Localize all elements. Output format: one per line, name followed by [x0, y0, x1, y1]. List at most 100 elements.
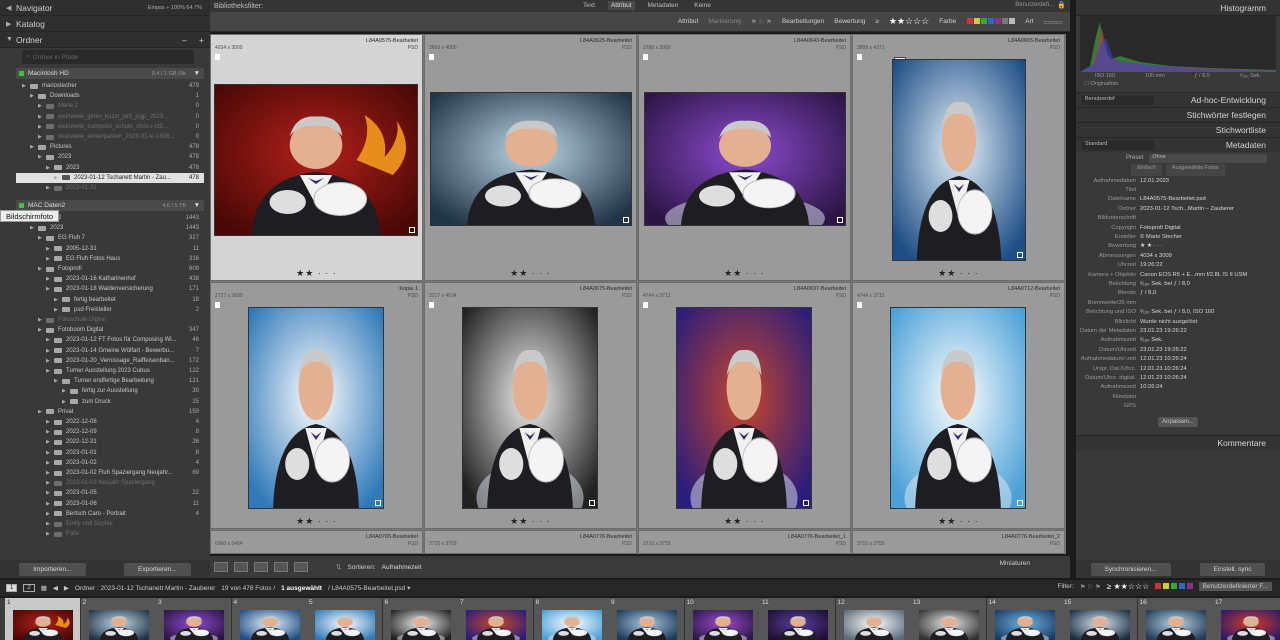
filmstrip-thumbnail[interactable]: [315, 610, 375, 640]
color-filter-swatches[interactable]: [1155, 582, 1193, 591]
customize-button[interactable]: Anpassen...: [1158, 416, 1198, 427]
catalog-header[interactable]: ▶ Katalog: [0, 16, 210, 32]
metadata-value[interactable]: L84A0575-Bearbeitet.psd: [1140, 196, 1206, 202]
folder-row[interactable]: ▶ Fotis: [16, 529, 204, 539]
folder-row[interactable]: ▶ weinwelle_ginko_kuzel_jdrit_jcgp_2023..…: [16, 112, 204, 122]
star-rating[interactable]: ★★ · · ·: [639, 268, 850, 279]
zoom-fit[interactable]: Einpas ÷: [148, 5, 169, 11]
rating-operator[interactable]: ≥: [875, 18, 879, 25]
tab-none[interactable]: Keine: [691, 1, 714, 10]
disclosure-triangle-icon[interactable]: ▶: [46, 337, 54, 343]
grid-cell[interactable]: L84A0712-Bearbeitet 4744 x 3712 PSD ★★ ·…: [852, 282, 1065, 529]
disclosure-triangle-icon[interactable]: ▶: [38, 154, 46, 160]
compare-view-button[interactable]: [254, 562, 268, 572]
folder-row[interactable]: ▶ 2023-01-31: [16, 183, 204, 193]
metadata-value[interactable]: 12.01.2023: [1140, 178, 1169, 184]
disclosure-triangle-icon[interactable]: ▶: [46, 439, 54, 445]
source-path[interactable]: Ordner : 2023-01-12 Tschanett Martin - Z…: [75, 585, 215, 592]
disclosure-triangle-icon[interactable]: ▶: [46, 450, 54, 456]
comments-header[interactable]: Kommentare: [1076, 434, 1280, 450]
disclosure-triangle-icon[interactable]: ▶: [30, 144, 38, 150]
disclosure-triangle-icon[interactable]: ▶: [38, 103, 46, 109]
photo-thumbnail[interactable]: [893, 60, 1025, 260]
filmstrip-thumbnail[interactable]: [466, 610, 526, 640]
tab-simple[interactable]: Einfach: [1131, 164, 1162, 176]
folder-row[interactable]: ▶ mariostecher 479: [16, 81, 204, 91]
disclosure-triangle-icon[interactable]: ▶: [46, 501, 54, 507]
metadata-value[interactable]: ¹⁄₁₆₀ Sek. bei ƒ / 8,0: [1140, 281, 1190, 287]
preset-select[interactable]: Ohne: [1149, 153, 1268, 163]
filmstrip-cell[interactable]: 14: [986, 598, 1063, 640]
folder-row[interactable]: ▶ EG Fluh 7 327: [16, 233, 204, 243]
filmstrip-thumbnail[interactable]: [13, 610, 73, 640]
folder-row[interactable]: ▶ 2023-01-12 FT Fotos für Composing Wi...…: [16, 335, 204, 345]
filmstrip-cell[interactable]: 7: [458, 598, 534, 640]
folder-row[interactable]: ▶ EG Fluh Fotos Haus 316: [16, 254, 204, 264]
grid-cell[interactable]: L84A0697-Bearbeitet 4744 x 3712 PSD ★★ ·…: [638, 282, 851, 529]
disclosure-triangle-icon[interactable]: ▶: [46, 276, 54, 282]
folder-row[interactable]: ▶ 2023-01-14 Gmeine Wölfart - Bewerbu... 7: [16, 346, 204, 356]
navigator-header[interactable]: ◀ Navigator Einpas ÷ 100% 64.7%: [0, 0, 210, 16]
folder-row[interactable]: ▶ Emily und Sophie: [16, 519, 204, 529]
zoom-custom[interactable]: 64.7%: [186, 5, 202, 11]
metadata-value[interactable]: © Mario Stecher: [1140, 234, 1182, 240]
metadata-value[interactable]: 12.01.23 10:26:24: [1140, 375, 1187, 381]
metadata-value[interactable]: ★ ★ · · ·: [1140, 243, 1163, 249]
filmstrip-cell[interactable]: 4: [231, 598, 308, 640]
folders-header[interactable]: ▼ Ordner – +: [0, 32, 210, 48]
photo-thumbnail[interactable]: [891, 308, 1025, 508]
sort-value[interactable]: Aufnahmezeit: [382, 564, 422, 571]
folder-row[interactable]: ▶ 2023-01-12 Tschanett Martin - Zau... 478: [16, 172, 204, 183]
folder-row[interactable]: ▶ Downloads 1: [16, 91, 204, 101]
folder-row[interactable]: ▶ 2023-01-03 Neujahr Spaziergang: [16, 478, 204, 488]
filmstrip-cell[interactable]: 12: [835, 598, 912, 640]
folder-row[interactable]: ▶ Fotoprofi 609: [16, 264, 204, 274]
disclosure-triangle-icon[interactable]: ▶: [46, 490, 54, 496]
folder-row[interactable]: ▶ psd Freisteller 2: [16, 305, 204, 315]
metadata-value[interactable]: ƒ / 8,0: [1140, 290, 1156, 296]
metadata-value[interactable]: 23.01.23 19:26:22: [1140, 347, 1187, 353]
grid-cell[interactable]: L84A0776-Bearbeitet_2 3710 x 3759 PSD: [852, 530, 1065, 554]
disclosure-triangle-icon[interactable]: ▶: [46, 348, 54, 354]
flag-filter[interactable]: Markierung: [708, 18, 741, 25]
star-rating[interactable]: ★★ · · ·: [211, 516, 422, 527]
filmstrip-thumbnail[interactable]: [1070, 610, 1130, 640]
metadata-value[interactable]: 12.01.23 10:26:24: [1140, 356, 1187, 362]
disclosure-triangle-icon[interactable]: ▶: [46, 368, 54, 374]
disclosure-triangle-icon[interactable]: ▶: [38, 317, 46, 323]
folder-row[interactable]: ▶ fertig zur Ausstellung 30: [16, 386, 204, 396]
disclosure-triangle-icon[interactable]: ▶: [46, 460, 54, 466]
expand-triangle-icon[interactable]: ▶: [6, 20, 16, 28]
filmstrip-cell[interactable]: 2: [80, 598, 157, 640]
flag-icon[interactable]: [643, 302, 648, 308]
loupe-view-button[interactable]: [234, 562, 248, 572]
rating-stars[interactable]: ★★☆☆☆: [889, 16, 929, 27]
lock-icon[interactable]: 🔒: [1057, 1, 1066, 9]
tab-attribute[interactable]: Attribut: [607, 1, 635, 10]
metadata-value[interactable]: 10:26:24: [1140, 384, 1163, 390]
grid-cell[interactable]: Kopie 1 2727 x 3600 PSD ★★ · · ·: [210, 282, 423, 529]
disclosure-triangle-icon[interactable]: ▶: [30, 225, 38, 231]
filmstrip-thumbnail[interactable]: [1221, 610, 1280, 640]
disclosure-triangle-icon[interactable]: ▶: [46, 165, 54, 171]
grid-view-button[interactable]: [214, 562, 228, 572]
grid-cell[interactable]: L84A0625-Bearbeitet 3600 x 4000 PSD ★★ ·…: [424, 34, 637, 281]
tab-selected-photos[interactable]: Ausgewählte Fotos: [1165, 164, 1225, 176]
metadata-value[interactable]: 2023-01-12 Tsch...Martin – Zauberer: [1140, 206, 1234, 212]
filmstrip-thumbnail[interactable]: [164, 610, 224, 640]
folder-row[interactable]: ▶ weinwelle_einkerpartien_2023-01-le-1608…: [16, 132, 204, 142]
export-button[interactable]: Exportieren...: [124, 562, 191, 576]
sync-settings-button[interactable]: Einstell. sync: [1199, 562, 1266, 576]
filmstrip-thumbnail[interactable]: [843, 610, 904, 640]
disclosure-triangle-icon[interactable]: ▶: [46, 470, 54, 476]
custom-filter-select[interactable]: Benutzerdefinierter F...: [1198, 582, 1272, 591]
back-arrow-icon[interactable]: ◀: [53, 584, 58, 592]
current-file[interactable]: / L84A0575-Bearbeitet.psd ▾: [328, 584, 410, 592]
type-icons[interactable]: ▭▭▭: [1044, 18, 1062, 26]
folder-row[interactable]: ▶ 2022-12-08 4: [16, 417, 204, 427]
filmstrip-cell[interactable]: 6: [382, 598, 459, 640]
zoom-100[interactable]: 100%: [171, 5, 185, 11]
flag-icon[interactable]: [215, 54, 220, 60]
filmstrip-cell[interactable]: 8: [533, 598, 610, 640]
folder-row[interactable]: ▶ 2022-12-09 8: [16, 427, 204, 437]
